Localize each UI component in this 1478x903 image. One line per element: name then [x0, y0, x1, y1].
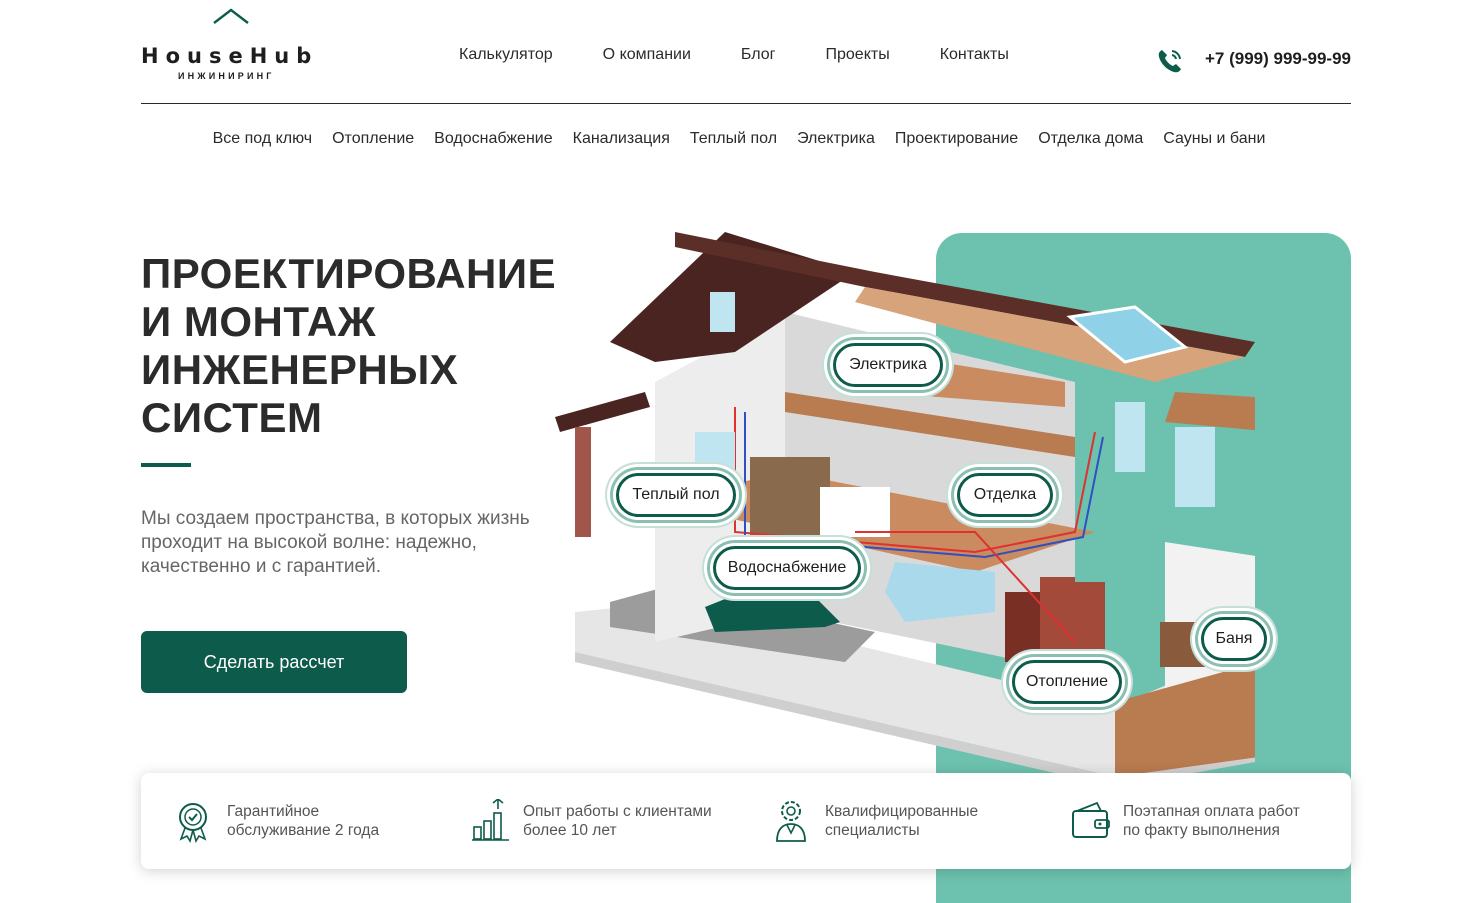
nav-calculator[interactable]: Калькулятор — [459, 46, 553, 64]
feature-payment: Поэтапная оплата работ по факту выполнен… — [1071, 773, 1300, 869]
feature-specialists-text: Квалифицированные специалисты — [825, 803, 979, 839]
hero-description: Мы создаем пространства, в которых жизнь… — [141, 508, 530, 577]
subnav-sewage[interactable]: Канализация — [573, 130, 670, 148]
subnav-warm-floor[interactable]: Теплый пол — [690, 130, 777, 148]
subnav-finishing[interactable]: Отделка дома — [1038, 130, 1143, 148]
top-navigation: Калькулятор О компании Блог Проекты Конт… — [459, 46, 1059, 64]
label-water-supply[interactable]: Водоснабжение — [713, 546, 861, 590]
label-electric[interactable]: Электрика — [833, 343, 943, 387]
brand-logo[interactable]: HouseHub ИНЖИНИРИНГ — [141, 8, 331, 88]
title-underline — [141, 463, 191, 467]
feature-payment-text: Поэтапная оплата работ по факту выполнен… — [1123, 803, 1300, 839]
phone-icon — [1158, 50, 1181, 73]
label-finishing[interactable]: Отделка — [957, 473, 1053, 517]
specialist-gear-icon — [776, 801, 806, 842]
feature-experience: Опыт работы с клиентами более 10 лет — [471, 773, 712, 869]
feature-warranty: Гарантийное обслуживание 2 года — [175, 773, 379, 869]
hero-title-line: СИСТЕМ — [141, 394, 323, 441]
hero-title: ПРОЕКТИРОВАНИЕ И МОНТАЖ ИНЖЕНЕРНЫХ СИСТЕ… — [141, 250, 601, 442]
site-header: HouseHub ИНЖИНИРИНГ Калькулятор О компан… — [141, 0, 1351, 104]
phone-contact[interactable]: +7 (999) 999-99-99 — [1155, 42, 1351, 76]
nav-contacts[interactable]: Контакты — [940, 46, 1009, 64]
feature-specialists: Квалифицированные специалисты — [773, 773, 978, 869]
hero-title-line: ПРОЕКТИРОВАНИЕ — [141, 250, 557, 297]
features-bar: Гарантийное обслуживание 2 года Опыт раб… — [141, 773, 1351, 869]
brand-subtitle: ИНЖИНИРИНГ — [178, 71, 275, 81]
wallet-icon — [1072, 801, 1110, 838]
brand-name: HouseHub — [141, 44, 319, 68]
subnav-turnkey[interactable]: Все под ключ — [213, 130, 313, 148]
label-heating[interactable]: Отопление — [1012, 660, 1122, 704]
feature-warranty-text: Гарантийное обслуживание 2 года — [227, 803, 380, 839]
label-sauna[interactable]: Баня — [1201, 617, 1267, 661]
hero-title-line: ИНЖЕНЕРНЫХ — [141, 346, 459, 393]
growth-chart-icon — [472, 799, 509, 841]
nav-about[interactable]: О компании — [603, 46, 691, 64]
subnav-design[interactable]: Проектирование — [895, 130, 1018, 148]
subnav-heating[interactable]: Отопление — [332, 130, 414, 148]
feature-experience-text: Опыт работы с клиентами более 10 лет — [523, 803, 712, 839]
subnav-saunas[interactable]: Сауны и бани — [1163, 130, 1265, 148]
phone-number[interactable]: +7 (999) 999-99-99 — [1205, 49, 1351, 69]
hero-title-line: И МОНТАЖ — [141, 298, 377, 345]
logo-roof-icon — [213, 8, 249, 24]
label-warm-floor[interactable]: Теплый пол — [616, 473, 736, 517]
services-navigation: Все под ключ Отопление Водоснабжение Кан… — [0, 130, 1478, 148]
calculate-button[interactable]: Сделать рассчет — [141, 631, 407, 693]
nav-blog[interactable]: Блог — [741, 46, 776, 64]
subnav-electric[interactable]: Электрика — [797, 130, 875, 148]
nav-projects[interactable]: Проекты — [826, 46, 890, 64]
warranty-badge-icon — [179, 803, 207, 843]
subnav-water[interactable]: Водоснабжение — [434, 130, 552, 148]
